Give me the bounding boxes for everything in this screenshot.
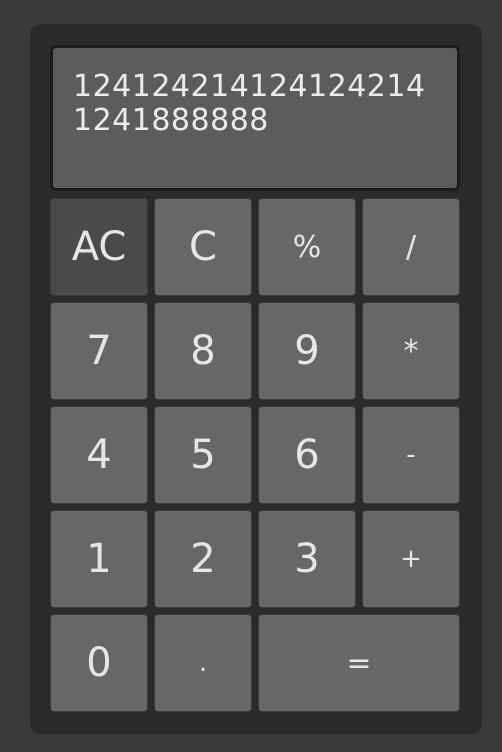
calculator-display: 1241242141241242141241888888	[50, 45, 460, 191]
digit-5-button[interactable]: 5	[154, 406, 252, 504]
calculator-body: 1241242141241242141241888888 AC C % / 7 …	[30, 24, 482, 734]
minus-button[interactable]: -	[362, 406, 460, 504]
digit-3-button[interactable]: 3	[258, 510, 356, 608]
plus-button[interactable]: +	[362, 510, 460, 608]
digit-4-button[interactable]: 4	[50, 406, 148, 504]
digit-8-button[interactable]: 8	[154, 302, 252, 400]
all-clear-button[interactable]: AC	[50, 198, 148, 296]
digit-7-button[interactable]: 7	[50, 302, 148, 400]
equals-button[interactable]: =	[258, 614, 460, 712]
digit-1-button[interactable]: 1	[50, 510, 148, 608]
clear-button[interactable]: C	[154, 198, 252, 296]
digit-9-button[interactable]: 9	[258, 302, 356, 400]
divide-button[interactable]: /	[362, 198, 460, 296]
multiply-button[interactable]: *	[362, 302, 460, 400]
digit-6-button[interactable]: 6	[258, 406, 356, 504]
digit-2-button[interactable]: 2	[154, 510, 252, 608]
percent-button[interactable]: %	[258, 198, 356, 296]
decimal-button[interactable]: .	[154, 614, 252, 712]
digit-0-button[interactable]: 0	[50, 614, 148, 712]
